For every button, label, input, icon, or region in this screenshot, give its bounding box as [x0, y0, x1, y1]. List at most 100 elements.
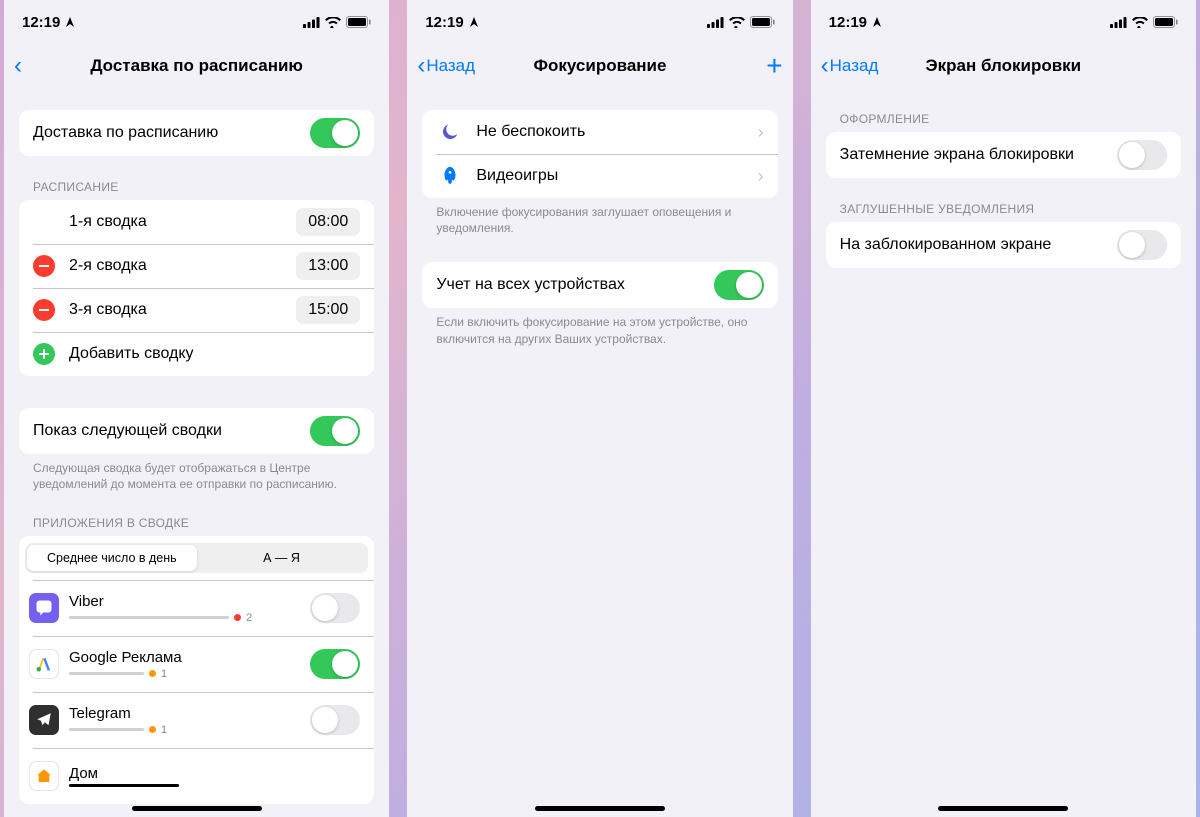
row-share-devices: Учет на всех устройствах: [422, 262, 777, 308]
page-title: Доставка по расписанию: [4, 56, 389, 76]
phone-focus: 12:19 ‹Назад Фокусирование + Не беспокои…: [407, 0, 792, 817]
footer-text: Включение фокусирования заглушает оповещ…: [422, 198, 777, 236]
home-indicator[interactable]: [535, 806, 665, 811]
battery-icon: [750, 16, 775, 28]
row-add-summary[interactable]: Добавить сводку: [19, 332, 374, 376]
app-icon-telegram: [29, 705, 59, 735]
app-count: 1: [161, 724, 167, 736]
row-next-summary: Показ следующей сводки: [19, 408, 374, 454]
location-icon: [64, 16, 76, 28]
row-on-lock: На заблокированном экране: [826, 222, 1181, 268]
location-icon: [871, 16, 883, 28]
chevron-left-icon: ‹: [14, 52, 22, 80]
app-icon-viber: [29, 593, 59, 623]
nav-bar: ‹ Доставка по расписанию: [4, 44, 389, 88]
home-indicator[interactable]: [132, 806, 262, 811]
app-row-viber: Viber 2: [19, 580, 374, 636]
toggle-dim[interactable]: [1117, 140, 1167, 170]
battery-icon: [346, 16, 371, 28]
app-name: Google Реклама: [69, 649, 310, 666]
app-count: 1: [161, 668, 167, 680]
moon-icon: [436, 118, 464, 146]
toggle-app-google-ads[interactable]: [310, 649, 360, 679]
row-label: Учет на всех устройствах: [436, 276, 713, 294]
wifi-icon: [1132, 17, 1148, 28]
row-label: Добавить сводку: [69, 345, 360, 363]
status-bar: 12:19: [4, 0, 389, 44]
row-label: Доставка по расписанию: [33, 124, 310, 142]
seg-az[interactable]: А — Я: [197, 545, 367, 571]
app-name: Telegram: [69, 705, 310, 722]
back-button[interactable]: ‹Назад: [821, 52, 879, 80]
row-label: 3-я сводка: [69, 301, 296, 319]
row-label: Затемнение экрана блокировки: [840, 146, 1117, 164]
footer-text: Если включить фокусирование на этом устр…: [422, 308, 777, 346]
app-count: 2: [246, 612, 252, 624]
app-row-telegram: Telegram 1: [19, 692, 374, 748]
battery-icon: [1153, 16, 1178, 28]
wifi-icon: [729, 17, 745, 28]
row-gaming[interactable]: Видеоигры ›: [422, 154, 777, 198]
app-row-google-ads: Google Реклама 1: [19, 636, 374, 692]
footer-text: Следующая сводка будет отображаться в Це…: [19, 454, 374, 492]
toggle-share[interactable]: [714, 270, 764, 300]
add-icon: [33, 343, 55, 365]
row-summary-1[interactable]: 1-я сводка 08:00: [19, 200, 374, 244]
segmented-control: Среднее число в день А — Я: [19, 536, 374, 580]
delete-icon[interactable]: [33, 255, 55, 277]
cellular-icon: [707, 17, 724, 28]
time-chip[interactable]: 15:00: [296, 296, 360, 324]
status-time: 12:19: [829, 14, 867, 31]
app-icon-home: [29, 761, 59, 791]
app-row-home: Дом: [19, 748, 374, 804]
row-dim-lock: Затемнение экрана блокировки: [826, 132, 1181, 178]
toggle-on-lock[interactable]: [1117, 230, 1167, 260]
toggle-next-summary[interactable]: [310, 416, 360, 446]
wifi-icon: [325, 17, 341, 28]
chevron-right-icon: ›: [758, 166, 764, 187]
nav-bar: ‹Назад Экран блокировки: [811, 44, 1196, 88]
toggle-app-viber[interactable]: [310, 593, 360, 623]
time-chip[interactable]: 13:00: [296, 252, 360, 280]
row-summary-3[interactable]: 3-я сводка 15:00: [19, 288, 374, 332]
section-header-silenced: ЗАГЛУШЕННЫЕ УВЕДОМЛЕНИЯ: [826, 198, 1181, 222]
row-label: Видеоигры: [476, 167, 751, 185]
section-header-apps: ПРИЛОЖЕНИЯ В СВОДКЕ: [19, 512, 374, 536]
home-indicator[interactable]: [938, 806, 1068, 811]
cellular-icon: [1110, 17, 1127, 28]
status-bar: 12:19: [407, 0, 792, 44]
toggle-schedule[interactable]: [310, 118, 360, 148]
chevron-left-icon: ‹: [821, 52, 829, 80]
phone-lock-screen: 12:19 ‹Назад Экран блокировки ОФОРМЛЕНИЕ…: [811, 0, 1196, 817]
rocket-icon: [436, 162, 464, 190]
row-label: Не беспокоить: [476, 123, 751, 141]
row-schedule-toggle: Доставка по расписанию: [19, 110, 374, 156]
cellular-icon: [303, 17, 320, 28]
back-button[interactable]: ‹Назад: [417, 52, 475, 80]
row-dnd[interactable]: Не беспокоить ›: [422, 110, 777, 154]
nav-bar: ‹Назад Фокусирование +: [407, 44, 792, 88]
row-label: Показ следующей сводки: [33, 422, 310, 440]
time-chip[interactable]: 08:00: [296, 208, 360, 236]
row-summary-2[interactable]: 2-я сводка 13:00: [19, 244, 374, 288]
row-label: 2-я сводка: [69, 257, 296, 275]
back-label: Назад: [426, 56, 475, 76]
back-button[interactable]: ‹: [14, 52, 23, 80]
chevron-left-icon: ‹: [417, 52, 425, 80]
seg-avg[interactable]: Среднее число в день: [27, 545, 197, 571]
section-header-schedule: РАСПИСАНИЕ: [19, 176, 374, 200]
add-button[interactable]: +: [766, 52, 782, 80]
status-time: 12:19: [425, 14, 463, 31]
delete-icon[interactable]: [33, 299, 55, 321]
row-label: 1-я сводка: [69, 213, 296, 231]
app-icon-google-ads: [29, 649, 59, 679]
toggle-app-telegram[interactable]: [310, 705, 360, 735]
phone-schedule: 12:19 ‹ Доставка по расписанию Доставка …: [4, 0, 389, 817]
back-label: Назад: [830, 56, 879, 76]
location-icon: [468, 16, 480, 28]
status-bar: 12:19: [811, 0, 1196, 44]
app-name: Viber: [69, 593, 310, 610]
app-name: Дом: [69, 765, 360, 782]
row-label: На заблокированном экране: [840, 236, 1117, 254]
chevron-right-icon: ›: [758, 122, 764, 143]
